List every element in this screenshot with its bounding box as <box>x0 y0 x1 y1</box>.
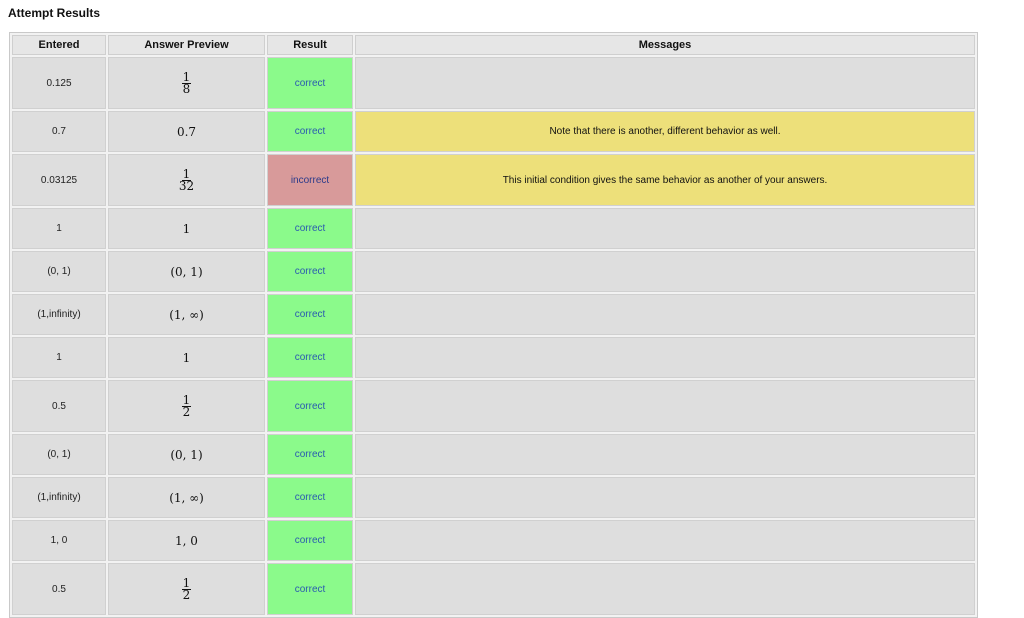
table-row: 1, 0 1, 0 correct <box>12 520 975 561</box>
fraction: 1 32 <box>178 168 195 193</box>
message-cell <box>355 294 975 335</box>
answer-preview-cell: 12 <box>108 380 265 432</box>
header-messages: Messages <box>355 35 975 55</box>
entered-cell: 0.5 <box>12 380 106 432</box>
answer-preview-cell: 1 32 <box>108 154 265 206</box>
answer-preview-cell: (0, 1) <box>108 434 265 475</box>
table-row: 0.125 1 8 correct <box>12 57 975 109</box>
table-row: 1 1 correct <box>12 208 975 249</box>
answer-preview-cell: (1, ∞) <box>108 294 265 335</box>
result-badge: incorrect <box>267 154 353 206</box>
entered-cell: 0.03125 <box>12 154 106 206</box>
message-cell <box>355 251 975 292</box>
result-badge: correct <box>267 380 353 432</box>
message-cell <box>355 434 975 475</box>
preview-text: 1 <box>182 350 191 365</box>
entered-cell: 1 <box>12 208 106 249</box>
entered-cell: (0, 1) <box>12 434 106 475</box>
answer-preview-cell: 1 <box>108 337 265 378</box>
page-title: Attempt Results <box>8 6 101 20</box>
entered-cell: (1,infinity) <box>12 294 106 335</box>
result-badge: correct <box>267 434 353 475</box>
entered-cell: (1,infinity) <box>12 477 106 518</box>
answer-preview-cell: (1, ∞) <box>108 477 265 518</box>
message-cell <box>355 520 975 561</box>
result-badge: correct <box>267 251 353 292</box>
answer-preview-cell: 1 <box>108 208 265 249</box>
preview-text: (1, ∞) <box>169 307 204 322</box>
message-cell: This initial condition gives the same be… <box>355 154 975 206</box>
attempt-results-table: Entered Answer Preview Result Messages 0… <box>9 32 978 618</box>
preview-text: (0, 1) <box>170 264 203 279</box>
entered-cell: 1, 0 <box>12 520 106 561</box>
result-badge: correct <box>267 337 353 378</box>
answer-preview-cell: 18 <box>108 57 265 109</box>
message-cell <box>355 477 975 518</box>
result-badge: correct <box>267 57 353 109</box>
message-cell <box>355 337 975 378</box>
fraction-denominator: 2 <box>182 587 191 602</box>
header-row: Entered Answer Preview Result Messages <box>12 35 975 55</box>
header-result: Result <box>267 35 353 55</box>
table-row: 1 1 correct <box>12 337 975 378</box>
header-answer-preview: Answer Preview <box>108 35 265 55</box>
result-badge: correct <box>267 477 353 518</box>
preview-text: 0.7 <box>176 124 197 139</box>
table-row: 0.5 1 2 correct <box>12 563 975 615</box>
result-badge: correct <box>267 563 353 615</box>
fraction: 12 <box>181 394 192 419</box>
fraction: 12 <box>181 577 192 602</box>
fraction-denominator: 8 <box>182 81 191 96</box>
fraction: 18 <box>181 71 192 96</box>
result-badge: correct <box>267 520 353 561</box>
fraction-denominator: 32 <box>178 178 195 193</box>
result-badge: correct <box>267 208 353 249</box>
entered-cell: 0.125 <box>12 57 106 109</box>
preview-text: (1, ∞) <box>169 490 204 505</box>
message-cell <box>355 380 975 432</box>
result-badge: correct <box>267 294 353 335</box>
message-cell <box>355 57 975 109</box>
header-entered: Entered <box>12 35 106 55</box>
message-cell <box>355 208 975 249</box>
table-row: 0.03125 1 32 incorrect This initial conditio… <box>12 154 975 206</box>
answer-preview-cell: (0, 1) <box>108 251 265 292</box>
preview-text: 1, 0 <box>175 533 198 548</box>
table-row: 0.7 0.7 correct Note that there is another,… <box>12 111 975 152</box>
answer-preview-cell: 12 <box>108 563 265 615</box>
entered-cell: 0.7 <box>12 111 106 152</box>
entered-cell: (0, 1) <box>12 251 106 292</box>
entered-cell: 1 <box>12 337 106 378</box>
table-row: (0, 1) (0, 1) correct <box>12 434 975 475</box>
message-cell <box>355 563 975 615</box>
table-row: (1,infinity) (1, ∞) correct <box>12 294 975 335</box>
answer-preview-cell: 1, 0 <box>108 520 265 561</box>
fraction-denominator: 2 <box>182 404 191 419</box>
message-cell: Note that there is another, different be… <box>355 111 975 152</box>
table-row: (0, 1) (0, 1) correct <box>12 251 975 292</box>
table-row: (1,infinity) (1, ∞) correct <box>12 477 975 518</box>
entered-cell: 0.5 <box>12 563 106 615</box>
answer-preview-cell: 0.7 <box>108 111 265 152</box>
preview-text: 1 <box>182 221 191 236</box>
result-badge: correct <box>267 111 353 152</box>
table-row: 0.5 1 2 correct <box>12 380 975 432</box>
preview-text: (0, 1) <box>170 447 203 462</box>
